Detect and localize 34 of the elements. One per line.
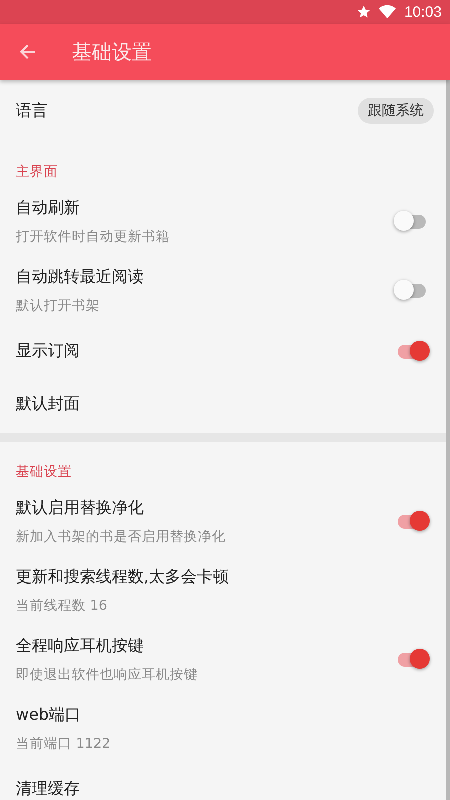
settings-item[interactable]: 默认启用替换净化 新加入书架的书是否启用替换净化 bbox=[0, 487, 450, 556]
settings-item[interactable]: web端口 当前端口 1122 bbox=[0, 694, 450, 763]
item-summary: 新加入书架的书是否启用替换净化 bbox=[16, 528, 227, 546]
status-time: 10:03 bbox=[404, 4, 442, 20]
item-summary: 当前端口 1122 bbox=[16, 734, 112, 752]
settings-item[interactable]: 自动刷新 打开软件时自动更新书籍 bbox=[0, 187, 450, 256]
settings-item[interactable]: 语言 跟随系统 bbox=[0, 80, 450, 142]
back-arrow-icon[interactable] bbox=[18, 42, 38, 62]
star-icon bbox=[357, 5, 372, 19]
item-title: 默认封面 bbox=[16, 394, 81, 415]
wifi-icon bbox=[379, 5, 396, 19]
language-chip[interactable]: 跟随系统 bbox=[358, 98, 434, 124]
settings-item[interactable]: 显示订阅 bbox=[0, 325, 450, 378]
item-title: 全程响应耳机按键 bbox=[16, 636, 145, 656]
settings-item[interactable]: 全程响应耳机按键 即使退出软件也响应耳机按键 bbox=[0, 625, 450, 694]
section-header: 基础设置 bbox=[15, 463, 73, 482]
item-summary: 即使退出软件也响应耳机按键 bbox=[16, 666, 199, 684]
item-title: 自动刷新 bbox=[16, 198, 81, 218]
section-header: 主界面 bbox=[15, 163, 59, 182]
item-title: 默认启用替换净化 bbox=[16, 498, 145, 518]
toolbar-title: 基础设置 bbox=[72, 38, 152, 66]
item-title: 语言 bbox=[16, 100, 49, 122]
item-title: 更新和搜索线程数,太多会卡顿 bbox=[16, 566, 230, 588]
item-title: 自动跳转最近阅读 bbox=[16, 266, 145, 288]
item-summary: 打开软件时自动更新书籍 bbox=[16, 228, 171, 246]
settings-item[interactable]: 自动跳转最近阅读 默认打开书架 bbox=[0, 256, 450, 325]
settings-item[interactable]: 默认封面 bbox=[0, 378, 450, 431]
settings-item[interactable]: 更新和搜索线程数,太多会卡顿 当前线程数 16 bbox=[0, 556, 450, 625]
settings-item[interactable]: 清理缓存 bbox=[0, 763, 450, 800]
item-title: web端口 bbox=[16, 704, 82, 726]
item-title: 清理缓存 bbox=[16, 779, 81, 800]
item-title: 显示订阅 bbox=[16, 341, 81, 362]
item-summary: 默认打开书架 bbox=[16, 296, 101, 314]
item-summary: 当前线程数 16 bbox=[16, 596, 108, 614]
